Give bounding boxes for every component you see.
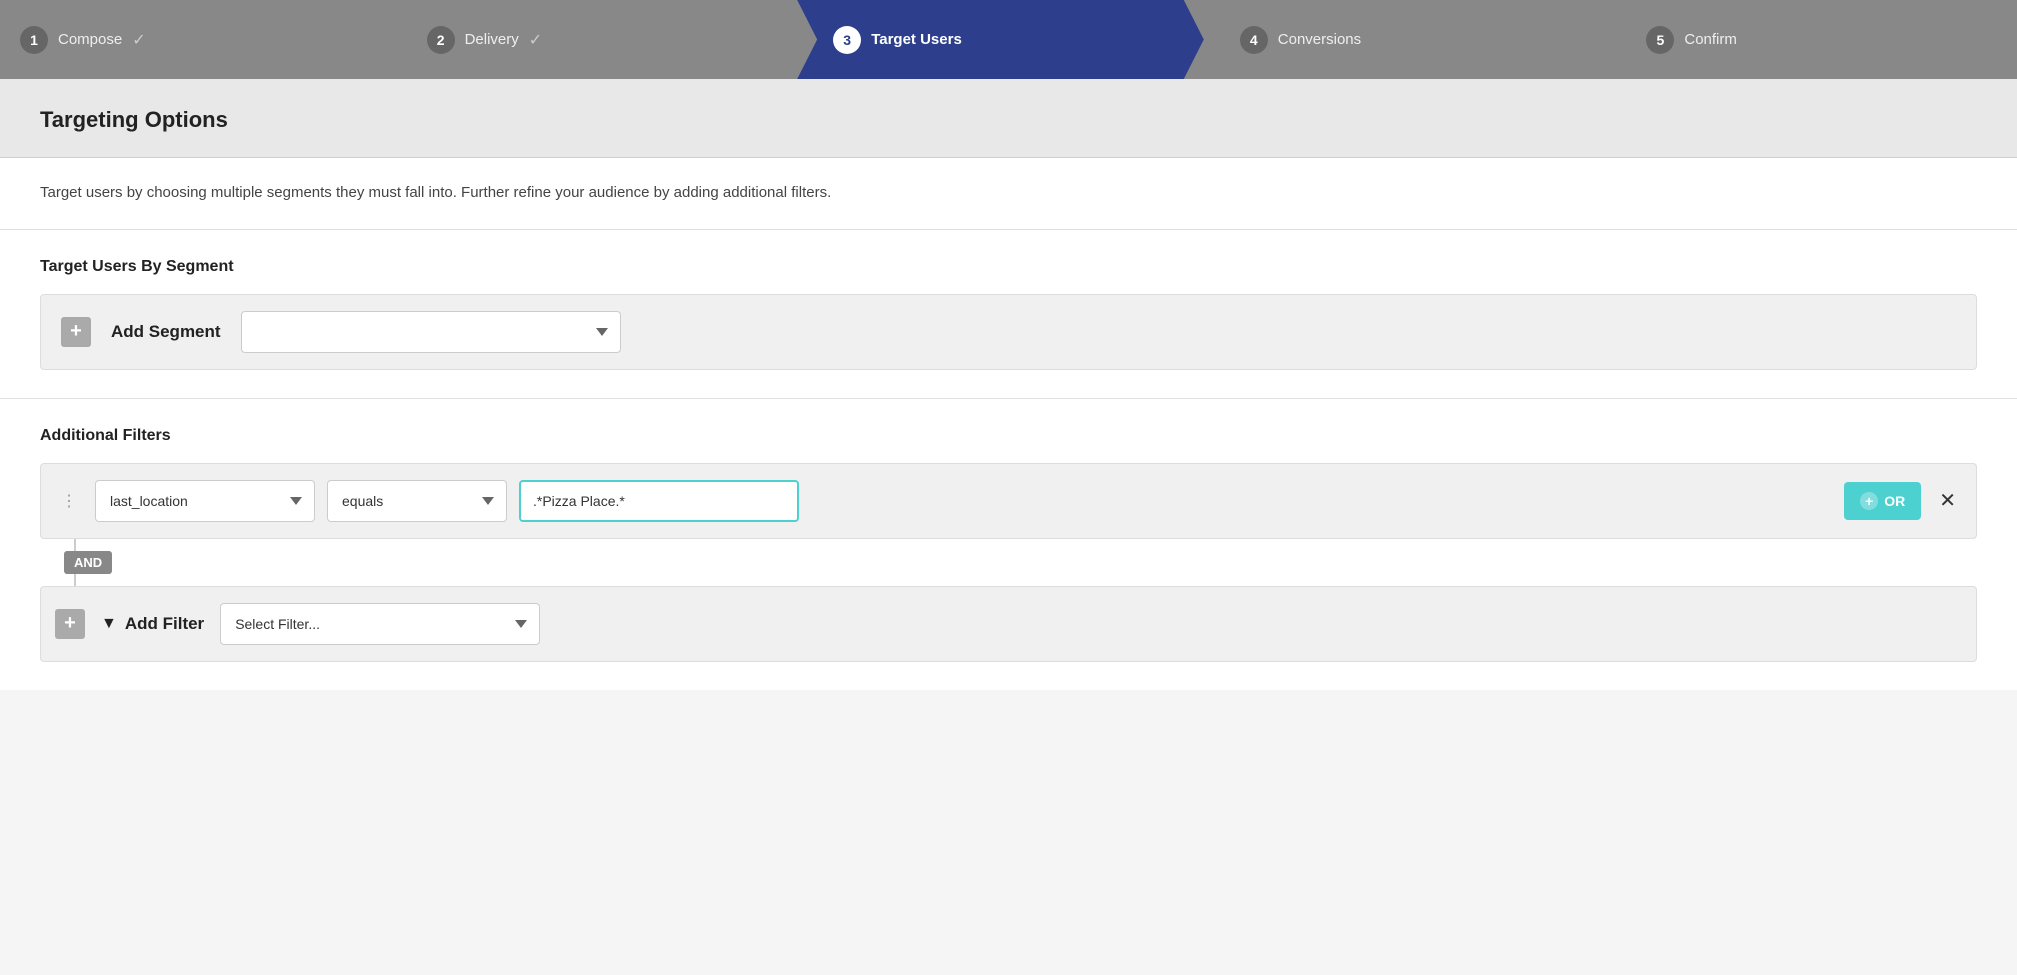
vertical-line-bottom	[74, 574, 76, 586]
description-text: Target users by choosing multiple segmen…	[40, 182, 1977, 205]
or-button-label: OR	[1884, 493, 1905, 509]
step-1-label: Compose	[58, 31, 122, 48]
and-badge: AND	[64, 551, 112, 574]
add-segment-label: Add Segment	[111, 322, 221, 342]
step-5-number: 5	[1646, 26, 1674, 54]
add-segment-row: + Add Segment Select a segment...	[40, 294, 1977, 370]
add-filter-label: ▼ Add Filter	[101, 614, 204, 634]
step-5-confirm[interactable]: 5 Confirm	[1610, 0, 2017, 79]
filter-operator-select[interactable]: equals	[327, 480, 507, 522]
or-plus-circle: +	[1860, 492, 1878, 510]
step-2-delivery[interactable]: 2 Delivery ✓	[391, 0, 798, 79]
filter-row-1: ⋮ last_location equals + OR ✕	[40, 463, 1977, 539]
step-5-label: Confirm	[1684, 31, 1737, 48]
wizard-steps: 1 Compose ✓ 2 Delivery ✓ 3 Target Users …	[0, 0, 2017, 79]
step-1-number: 1	[20, 26, 48, 54]
add-filter-plus-icon[interactable]: +	[55, 609, 85, 639]
filters-section: Additional Filters ⋮ last_location equal…	[0, 399, 2017, 690]
page-title: Targeting Options	[40, 107, 1977, 133]
filter-field-select[interactable]: last_location	[95, 480, 315, 522]
remove-filter-button[interactable]: ✕	[1933, 488, 1962, 513]
segment-section: Target Users By Segment + Add Segment Se…	[0, 230, 2017, 399]
step-3-number: 3	[833, 26, 861, 54]
filters-section-title: Additional Filters	[40, 427, 1977, 445]
step-2-label: Delivery	[465, 31, 519, 48]
step-1-compose[interactable]: 1 Compose ✓	[0, 0, 391, 79]
drag-handle-icon[interactable]: ⋮	[55, 491, 83, 511]
targeting-options-header: Targeting Options	[0, 79, 2017, 158]
segment-section-title: Target Users By Segment	[40, 258, 1977, 276]
step-4-conversions[interactable]: 4 Conversions	[1204, 0, 1611, 79]
step-3-label: Target Users	[871, 31, 962, 48]
add-filter-text: Add Filter	[125, 614, 204, 634]
main-content: Targeting Options Target users by choosi…	[0, 79, 2017, 975]
step-4-number: 4	[1240, 26, 1268, 54]
step-3-target-users[interactable]: 3 Target Users	[797, 0, 1204, 79]
add-segment-plus-icon[interactable]: +	[61, 317, 91, 347]
funnel-icon: ▼	[101, 615, 117, 633]
or-button[interactable]: + OR	[1844, 482, 1921, 520]
filter-value-input[interactable]	[519, 480, 799, 522]
step-2-number: 2	[427, 26, 455, 54]
add-filter-row: + ▼ Add Filter Select Filter...	[40, 586, 1977, 662]
step-1-check: ✓	[132, 30, 145, 50]
vertical-line-top	[74, 539, 76, 551]
description-section: Target users by choosing multiple segmen…	[0, 158, 2017, 230]
and-connector: AND	[40, 539, 1977, 586]
step-2-check: ✓	[529, 30, 542, 50]
step-4-label: Conversions	[1278, 31, 1361, 48]
segment-select[interactable]: Select a segment...	[241, 311, 621, 353]
select-filter-dropdown[interactable]: Select Filter...	[220, 603, 540, 645]
